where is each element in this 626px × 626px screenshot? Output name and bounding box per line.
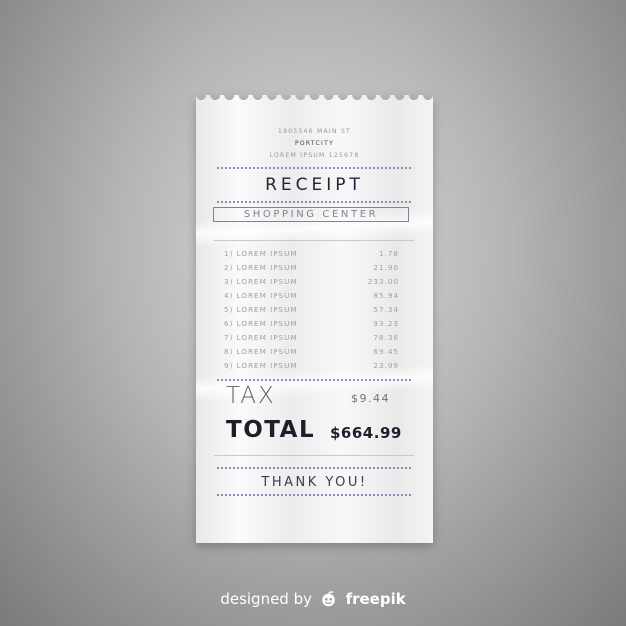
address-line-3: LOREM IPSUM 125678 <box>269 152 360 159</box>
receipt-title: RECEIPT <box>265 175 364 195</box>
item-name: 1) LOREM IPSUM <box>224 249 298 258</box>
receipt-item-row: 5) LOREM IPSUM 57.34 <box>224 305 399 317</box>
address-line-1: 1905546 MAIN ST <box>277 128 352 135</box>
receipt-item-row: 8) LOREM IPSUM 69.45 <box>224 347 399 359</box>
receipt-item-row: 6) LOREM IPSUM 93.23 <box>224 319 399 331</box>
item-price: 69.45 <box>373 347 399 356</box>
item-name: 8) LOREM IPSUM <box>224 347 298 356</box>
dotted-divider <box>216 201 413 203</box>
item-price: 233.00 <box>367 277 399 286</box>
item-name: 4) LOREM IPSUM <box>224 291 298 300</box>
item-name: 9) LOREM IPSUM <box>224 361 298 370</box>
receipt-item-row: 1) LOREM IPSUM 1.78 <box>224 249 399 261</box>
item-price: 78.36 <box>373 333 399 342</box>
freepik-logo-icon <box>320 591 337 611</box>
total-label: TOTAL <box>226 417 316 443</box>
item-price: 85.94 <box>373 291 399 300</box>
item-name: 5) LOREM IPSUM <box>224 305 298 314</box>
item-name: 2) LOREM IPSUM <box>224 263 298 272</box>
tax-label: TAX <box>226 383 276 409</box>
item-price: 57.34 <box>373 305 399 314</box>
item-price: 1.78 <box>378 249 399 258</box>
receipt-item-row: 3) LOREM IPSUM 233.00 <box>224 277 399 289</box>
dotted-divider <box>216 167 413 169</box>
receipt-item-row: 4) LOREM IPSUM 85.94 <box>224 291 399 303</box>
item-name: 6) LOREM IPSUM <box>224 319 298 328</box>
divider-line <box>214 455 414 456</box>
credit-brand: freepik <box>345 590 406 608</box>
dotted-divider <box>216 379 413 381</box>
dotted-divider <box>216 467 413 469</box>
freepik-credit: designed by freepik <box>0 590 626 611</box>
divider-line <box>214 240 414 241</box>
receipt-item-row: 9) LOREM IPSUM 23.99 <box>224 361 399 373</box>
item-price: 23.99 <box>373 361 399 370</box>
credit-prefix: designed by <box>220 590 312 608</box>
receipt-item-row: 7) LOREM IPSUM 78.36 <box>224 333 399 345</box>
store-name-box: SHOPPING CENTER <box>213 207 409 222</box>
receipt-item-row: 2) LOREM IPSUM 21.90 <box>224 263 399 275</box>
dotted-divider <box>216 494 413 496</box>
item-price: 93.23 <box>373 319 399 328</box>
item-price: 21.90 <box>373 263 399 272</box>
item-name: 3) LOREM IPSUM <box>224 277 298 286</box>
tax-value: $9.44 <box>351 392 390 405</box>
receipt-paper: 1905546 MAIN ST PORTCITY LOREM IPSUM 125… <box>196 95 433 543</box>
item-name: 7) LOREM IPSUM <box>224 333 298 342</box>
receipt: 1905546 MAIN ST PORTCITY LOREM IPSUM 125… <box>196 95 433 543</box>
total-value: $664.99 <box>330 424 402 442</box>
thank-you-text: THANK YOU! <box>261 475 368 490</box>
address-city: PORTCITY <box>294 140 335 147</box>
